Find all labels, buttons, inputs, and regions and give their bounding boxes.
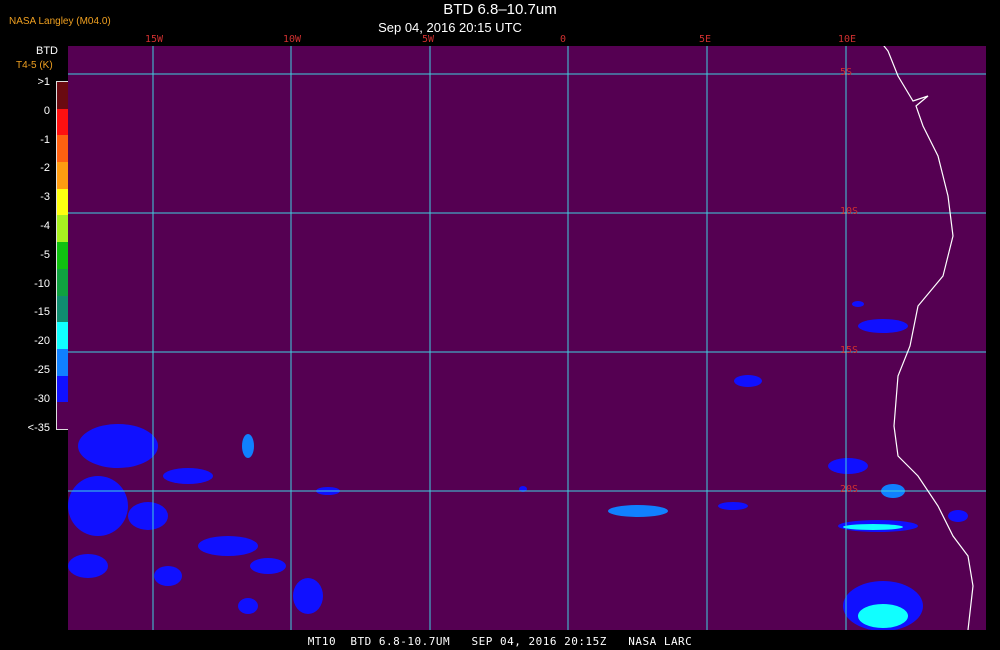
longitude-label: 10E (838, 34, 857, 45)
legend-label: -15 (34, 306, 50, 319)
cloud-feature (198, 536, 258, 556)
legend-title: BTD (36, 45, 58, 57)
legend-subtitle: T4-5 (K) (16, 60, 53, 71)
cloud-feature (718, 502, 748, 510)
legend-label: -2 (40, 162, 50, 175)
cloud-feature (734, 375, 762, 387)
longitude-label: 15W (145, 34, 164, 45)
source-label: NASA Langley (M04.0) (9, 16, 111, 27)
cloud-feature (154, 566, 182, 586)
longitude-label: 10W (283, 34, 302, 45)
legend-label: -20 (34, 335, 50, 348)
cloud-feature (128, 502, 168, 530)
cloud-feature (293, 578, 323, 614)
longitude-label: 0 (560, 34, 567, 45)
cloud-feature (163, 468, 213, 484)
cloud-feature (238, 598, 258, 614)
latitude-label: 20S (840, 484, 859, 495)
latitude-label: 5S (840, 67, 853, 78)
map-title: BTD 6.8–10.7um (443, 1, 557, 18)
legend-label: -1 (40, 133, 50, 146)
cloud-feature (828, 458, 868, 474)
latitude-label: 15S (840, 345, 859, 356)
legend-label: -10 (34, 277, 50, 290)
legend-label: <-35 (27, 421, 50, 434)
longitude-label: 5E (699, 34, 712, 45)
cloud-features (68, 301, 968, 630)
cloud-feature (78, 424, 158, 468)
cloud-feature (858, 319, 908, 333)
cloud-feature (608, 505, 668, 517)
cloud-feature (843, 524, 903, 530)
footer-caption: MT10 BTD 6.8-10.7UM SEP 04, 2016 20:15Z … (307, 635, 693, 648)
latitude-label: 10S (840, 206, 859, 217)
cloud-feature (858, 604, 908, 628)
cloud-feature (242, 434, 254, 458)
map-subtitle: Sep 04, 2016 20:15 UTC (378, 20, 522, 35)
cloud-feature (250, 558, 286, 574)
cloud-feature (948, 510, 968, 522)
legend-label: -3 (40, 191, 50, 204)
legend-label: 0 (43, 104, 50, 117)
cloud-feature (68, 554, 108, 578)
map-canvas (68, 46, 986, 630)
legend-label: -4 (40, 220, 50, 232)
cloud-feature (852, 301, 864, 307)
legend-label: -25 (34, 364, 50, 376)
satellite-map (68, 46, 986, 630)
cloud-feature (68, 476, 128, 536)
longitude-label: 5W (422, 34, 435, 45)
legend-label: -30 (34, 392, 50, 405)
coastline (883, 46, 974, 630)
legend-label: >1 (37, 76, 50, 88)
legend-label: -5 (40, 248, 50, 261)
